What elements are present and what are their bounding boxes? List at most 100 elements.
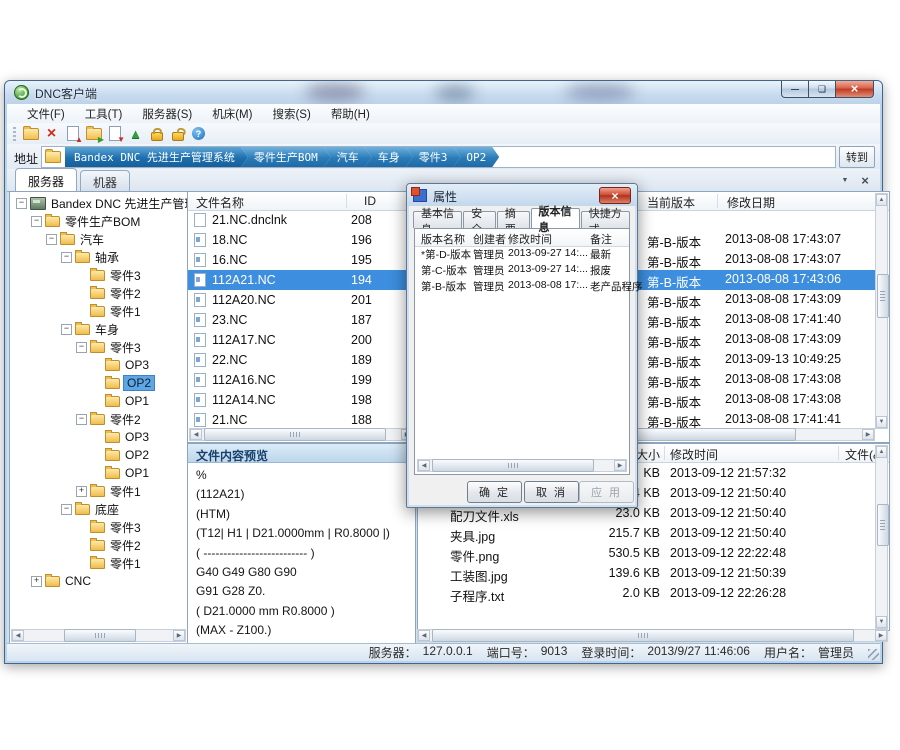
scroll-right-icon[interactable]: [173, 630, 185, 641]
expander-icon[interactable]: [31, 576, 42, 587]
attachment-row[interactable]: 零件.png530.5 KB2013-09-12 22:22:48: [418, 544, 876, 564]
scroll-down-icon[interactable]: [876, 616, 887, 628]
scroll-up-icon[interactable]: [876, 446, 887, 458]
maximize-button[interactable]: [808, 81, 836, 98]
upload-file-icon[interactable]: ▲: [62, 125, 83, 143]
breadcrumb-segment[interactable]: Bandex DNC 先进生产管理系统: [65, 147, 248, 167]
transfer-folder-icon[interactable]: ▶: [83, 125, 104, 143]
tree-item[interactable]: 零件1: [10, 482, 187, 500]
scroll-down-icon[interactable]: [876, 416, 887, 428]
dialog-hscrollbar[interactable]: [417, 459, 627, 472]
scroll-left-icon[interactable]: [418, 460, 430, 471]
menu-item[interactable]: 文件(F): [17, 104, 75, 124]
scroll-left-icon[interactable]: [418, 630, 430, 641]
scroll-thumb[interactable]: [877, 504, 889, 546]
dialog-tab-基本信息[interactable]: 基本信息: [413, 211, 462, 228]
expander-icon[interactable]: [16, 198, 27, 209]
menu-item[interactable]: 工具(T): [75, 104, 133, 124]
minimize-button[interactable]: [781, 81, 809, 98]
toolbar-grip[interactable]: [13, 127, 16, 141]
address-box[interactable]: Bandex DNC 先进生产管理系统零件生产BOM汽车车身零件3OP2: [41, 146, 836, 168]
tree-item[interactable]: 零件生产BOM: [10, 212, 187, 230]
expander-icon[interactable]: [61, 252, 72, 263]
file-row[interactable]: 112A14.NC198: [188, 390, 415, 410]
attachment-hscrollbar[interactable]: [417, 629, 888, 642]
title-bar[interactable]: DNC客户端: [5, 81, 882, 104]
tree-item[interactable]: 零件3: [10, 518, 187, 536]
column-separator[interactable]: [838, 446, 839, 460]
scroll-right-icon[interactable]: [862, 429, 874, 440]
tree-item[interactable]: 零件2: [10, 410, 187, 428]
breadcrumb-segment[interactable]: 零件生产BOM: [241, 147, 331, 167]
column-header-creator[interactable]: 创建者: [473, 231, 506, 247]
dialog-title-bar[interactable]: 属性: [407, 184, 637, 206]
scroll-thumb[interactable]: [432, 629, 854, 642]
attachment-row[interactable]: 子程序.txt2.0 KB2013-09-12 22:26:28: [418, 584, 876, 604]
tree-item[interactable]: 零件3: [10, 266, 187, 284]
column-header-name[interactable]: 文件名称: [196, 194, 244, 211]
dialog-tab-摘要[interactable]: 摘要: [497, 211, 530, 228]
scroll-right-icon[interactable]: [875, 630, 887, 641]
breadcrumb-segment[interactable]: 零件3: [406, 147, 461, 167]
tree-item[interactable]: 零件1: [10, 302, 187, 320]
scroll-right-icon[interactable]: [614, 460, 626, 471]
scroll-thumb[interactable]: [877, 274, 889, 318]
expander-icon[interactable]: [76, 414, 87, 425]
version-table-row[interactable]: 第-B-版本管理员2013-08-08 17:...老产品程序: [415, 278, 629, 294]
tree-item[interactable]: 零件2: [10, 536, 187, 554]
scroll-thumb[interactable]: [64, 629, 136, 642]
panel-menu-icon[interactable]: [838, 173, 852, 187]
attachment-row[interactable]: 夹具.jpg215.7 KB2013-09-12 21:50:40: [418, 524, 876, 544]
ok-button[interactable]: 确 定: [467, 481, 522, 503]
close-button[interactable]: [835, 81, 874, 98]
file-row[interactable]: 21.NC.dnclnk208: [188, 210, 415, 230]
send-up-icon[interactable]: ▲: [125, 125, 146, 143]
tree-item[interactable]: 汽车: [10, 230, 187, 248]
tree-item[interactable]: 零件2: [10, 284, 187, 302]
tree-item[interactable]: 零件3: [10, 338, 187, 356]
tree-item[interactable]: OP1: [10, 392, 187, 410]
expander-icon[interactable]: [76, 342, 87, 353]
tree-item[interactable]: OP1: [10, 464, 187, 482]
file-row[interactable]: 112A21.NC194: [188, 270, 415, 290]
cancel-button[interactable]: 取 消: [524, 481, 579, 503]
file-row[interactable]: 18.NC196: [188, 230, 415, 250]
expander-icon[interactable]: [61, 324, 72, 335]
file-row[interactable]: 16.NC195: [188, 250, 415, 270]
column-separator[interactable]: [664, 446, 665, 460]
menu-item[interactable]: 搜索(S): [262, 104, 320, 124]
delete-icon[interactable]: ×: [41, 125, 62, 143]
help-icon[interactable]: ?: [188, 125, 209, 143]
tab-机器[interactable]: 机器: [80, 170, 130, 191]
version-table-row[interactable]: 第-C-版本管理员2013-09-27 14:...报废: [415, 262, 629, 278]
scroll-left-icon[interactable]: [12, 630, 24, 641]
column-header-date[interactable]: 修改日期: [727, 194, 775, 211]
tree-item[interactable]: 轴承: [10, 248, 187, 266]
scroll-left-icon[interactable]: [190, 429, 202, 440]
file-row[interactable]: 21.NC188: [188, 410, 415, 430]
attachment-row[interactable]: 工装图.jpg139.6 KB2013-09-12 21:50:39: [418, 564, 876, 584]
dialog-close-button[interactable]: [599, 187, 631, 204]
dialog-tab-快捷方式[interactable]: 快捷方式: [581, 211, 630, 228]
tree-item[interactable]: OP2: [10, 374, 187, 392]
go-button[interactable]: 转到: [839, 146, 875, 168]
resize-grip[interactable]: [868, 649, 879, 660]
column-header-id[interactable]: ID: [364, 194, 376, 208]
file-row[interactable]: 112A20.NC201: [188, 290, 415, 310]
file-row[interactable]: 22.NC189: [188, 350, 415, 370]
folder-icon[interactable]: [20, 125, 41, 143]
breadcrumb-segment[interactable]: 汽车: [324, 147, 372, 167]
tree-item[interactable]: 零件1: [10, 554, 187, 572]
tree-item[interactable]: OP3: [10, 356, 187, 374]
tree-item[interactable]: OP2: [10, 446, 187, 464]
file-row[interactable]: 23.NC187: [188, 310, 415, 330]
file-list-hscrollbar[interactable]: [189, 428, 414, 441]
column-header-version-name[interactable]: 版本名称: [421, 231, 465, 247]
scroll-up-icon[interactable]: [876, 194, 887, 206]
expander-icon[interactable]: [31, 216, 42, 227]
menu-item[interactable]: 帮助(H): [321, 104, 380, 124]
column-header-version[interactable]: 当前版本: [647, 194, 695, 211]
expander-icon[interactable]: [61, 504, 72, 515]
menu-item[interactable]: 机床(M): [202, 104, 262, 124]
file-row[interactable]: 112A17.NC200: [188, 330, 415, 350]
